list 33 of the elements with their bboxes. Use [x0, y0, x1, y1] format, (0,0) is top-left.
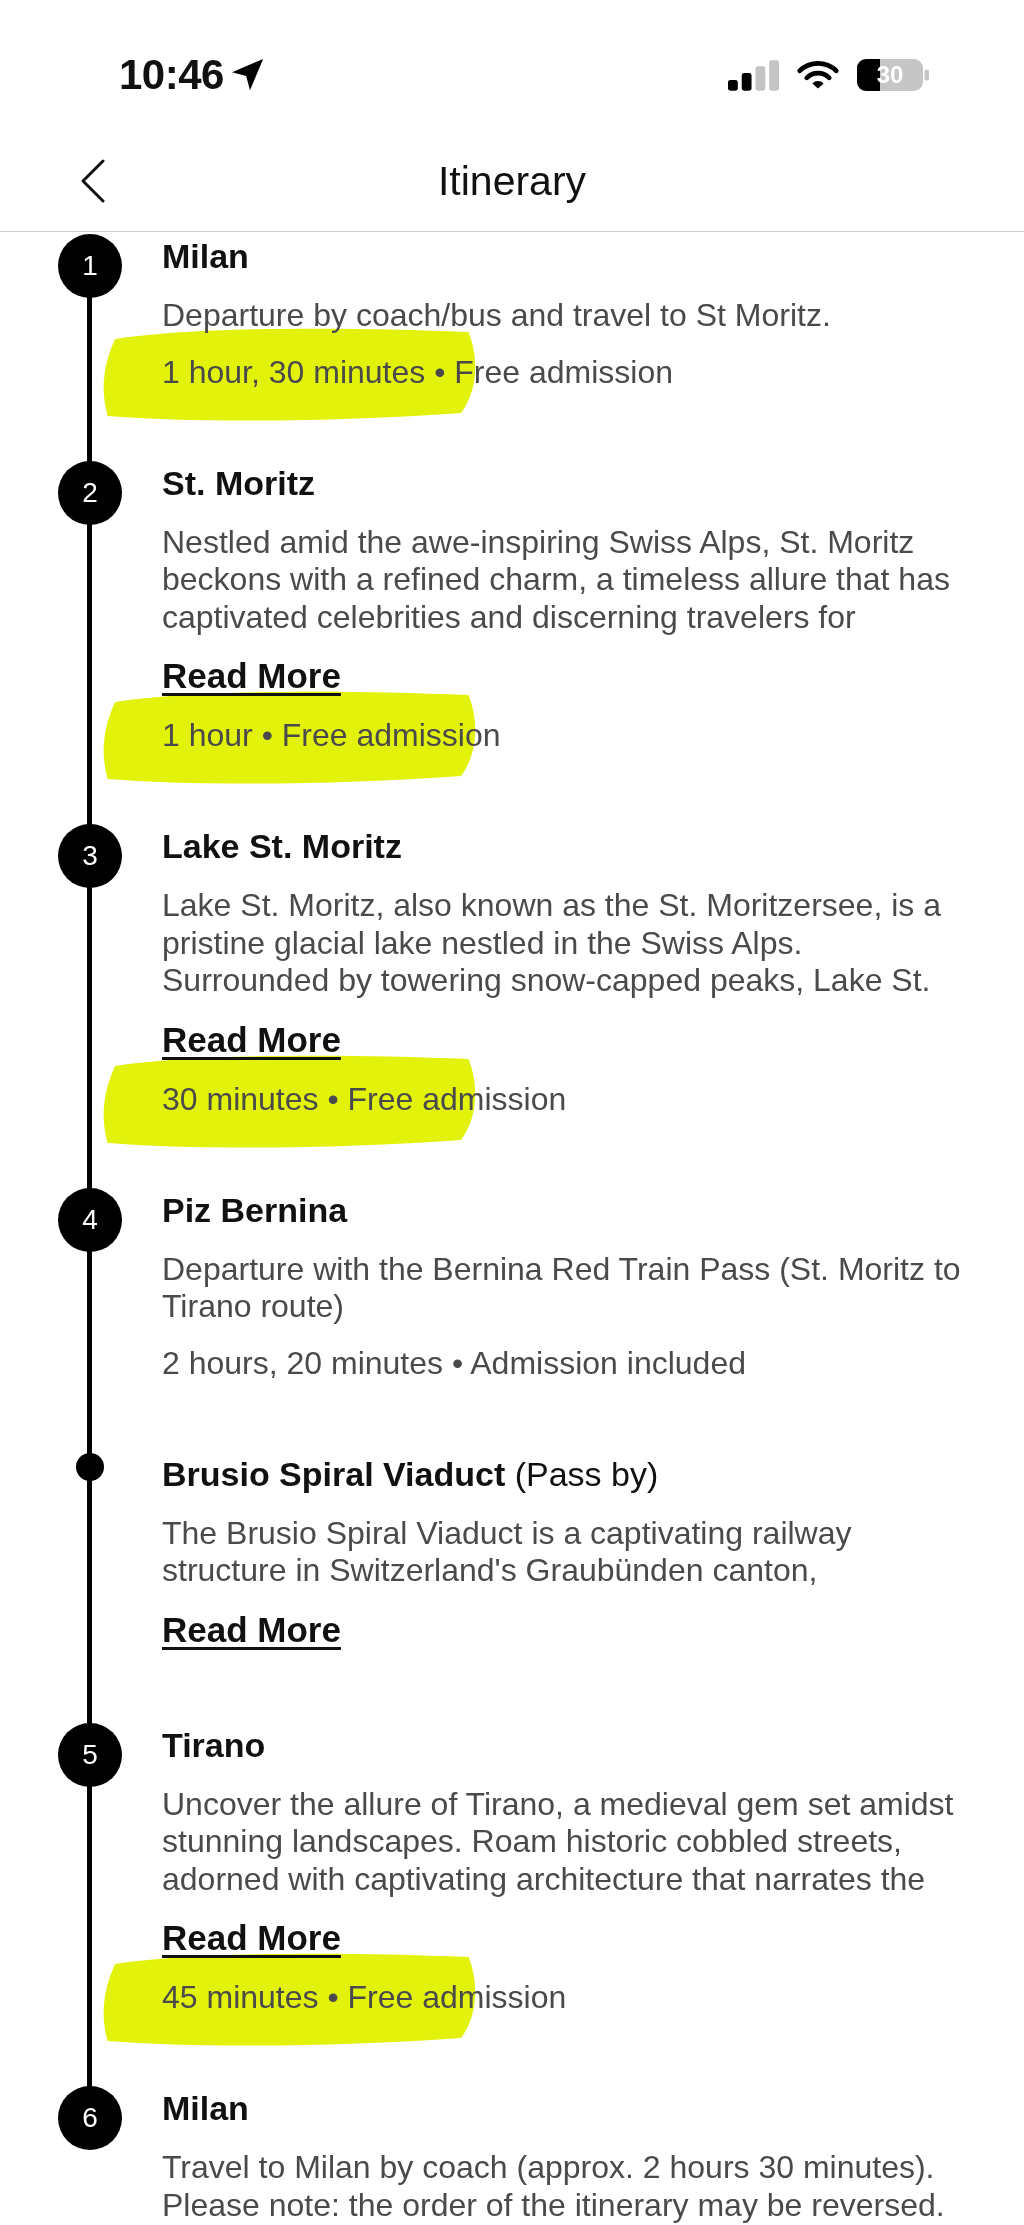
stop-title: Milan: [162, 2089, 249, 2127]
step-marker: 4: [58, 1187, 122, 1252]
status-time: 10:46: [119, 51, 224, 99]
signal-icon: [728, 59, 779, 91]
page-title: Itinerary: [437, 156, 587, 205]
step-marker: 6: [58, 2086, 122, 2150]
stop-description: Uncover the allure of Tirano, a medieval gem set amidst stunning landscapes. Roam historic cobbled streets, adorned with captivating architecture that narrates the: [162, 1785, 955, 1898]
stop-description: Departure with the Bernina Red Train Pass (St. Moritz to Tirano route): [162, 1250, 962, 1326]
wifi-icon: [796, 60, 840, 90]
location-arrow-icon: [231, 59, 264, 91]
stop-description: Departure by coach/bus and travel to St Moritz.: [162, 297, 832, 335]
read-more-link[interactable]: Read More: [162, 653, 341, 699]
stop-description: Lake St. Moritz, also known as the St. Moritzersee, is a pristine glacial lake nestled in the Swiss Alps. Surrounded by towering snow-capped peaks, Lake St.: [162, 887, 942, 1000]
stop-title: St. Moritz: [162, 463, 315, 502]
stop-title: Tirano: [162, 1725, 266, 1764]
stop-description: Nestled amid the awe-inspiring Swiss Alps, St. Moritz beckons with a refined charm, a timeless allure that has captivated celebrities and discerning travelers for: [162, 523, 951, 636]
step-marker: 1: [58, 234, 122, 298]
stop-title: Brusio Spiral Viaduct: [162, 1454, 506, 1493]
step-marker: 5: [58, 1722, 122, 1787]
stop-title: Piz Bernina: [162, 1190, 348, 1229]
stop-title: Lake St. Moritz: [162, 827, 402, 865]
chevron-left-icon: [80, 158, 106, 203]
timeline-dot-icon: [76, 1452, 104, 1481]
read-more-link[interactable]: Read More: [162, 1606, 341, 1653]
stop-details: 2 hours, 20 minutes • Admission included: [162, 1343, 746, 1382]
read-more-link[interactable]: Read More: [162, 1016, 341, 1063]
step-marker: 3: [58, 824, 122, 888]
read-more-link[interactable]: Read More: [162, 1915, 341, 1961]
step-marker: 2: [58, 460, 122, 525]
stop-description: The Brusio Spiral Viaduct is a captivating railway structure in Switzerland's Graubünden canton,: [162, 1514, 853, 1590]
stop-title: Milan: [162, 237, 249, 275]
stop-description: Travel to Milan by coach (approx. 2 hours 30 minutes). Please note: the order of the itinerary may be reversed.: [162, 2149, 946, 2224]
pass-by-note: (Pass by): [514, 1454, 659, 1493]
